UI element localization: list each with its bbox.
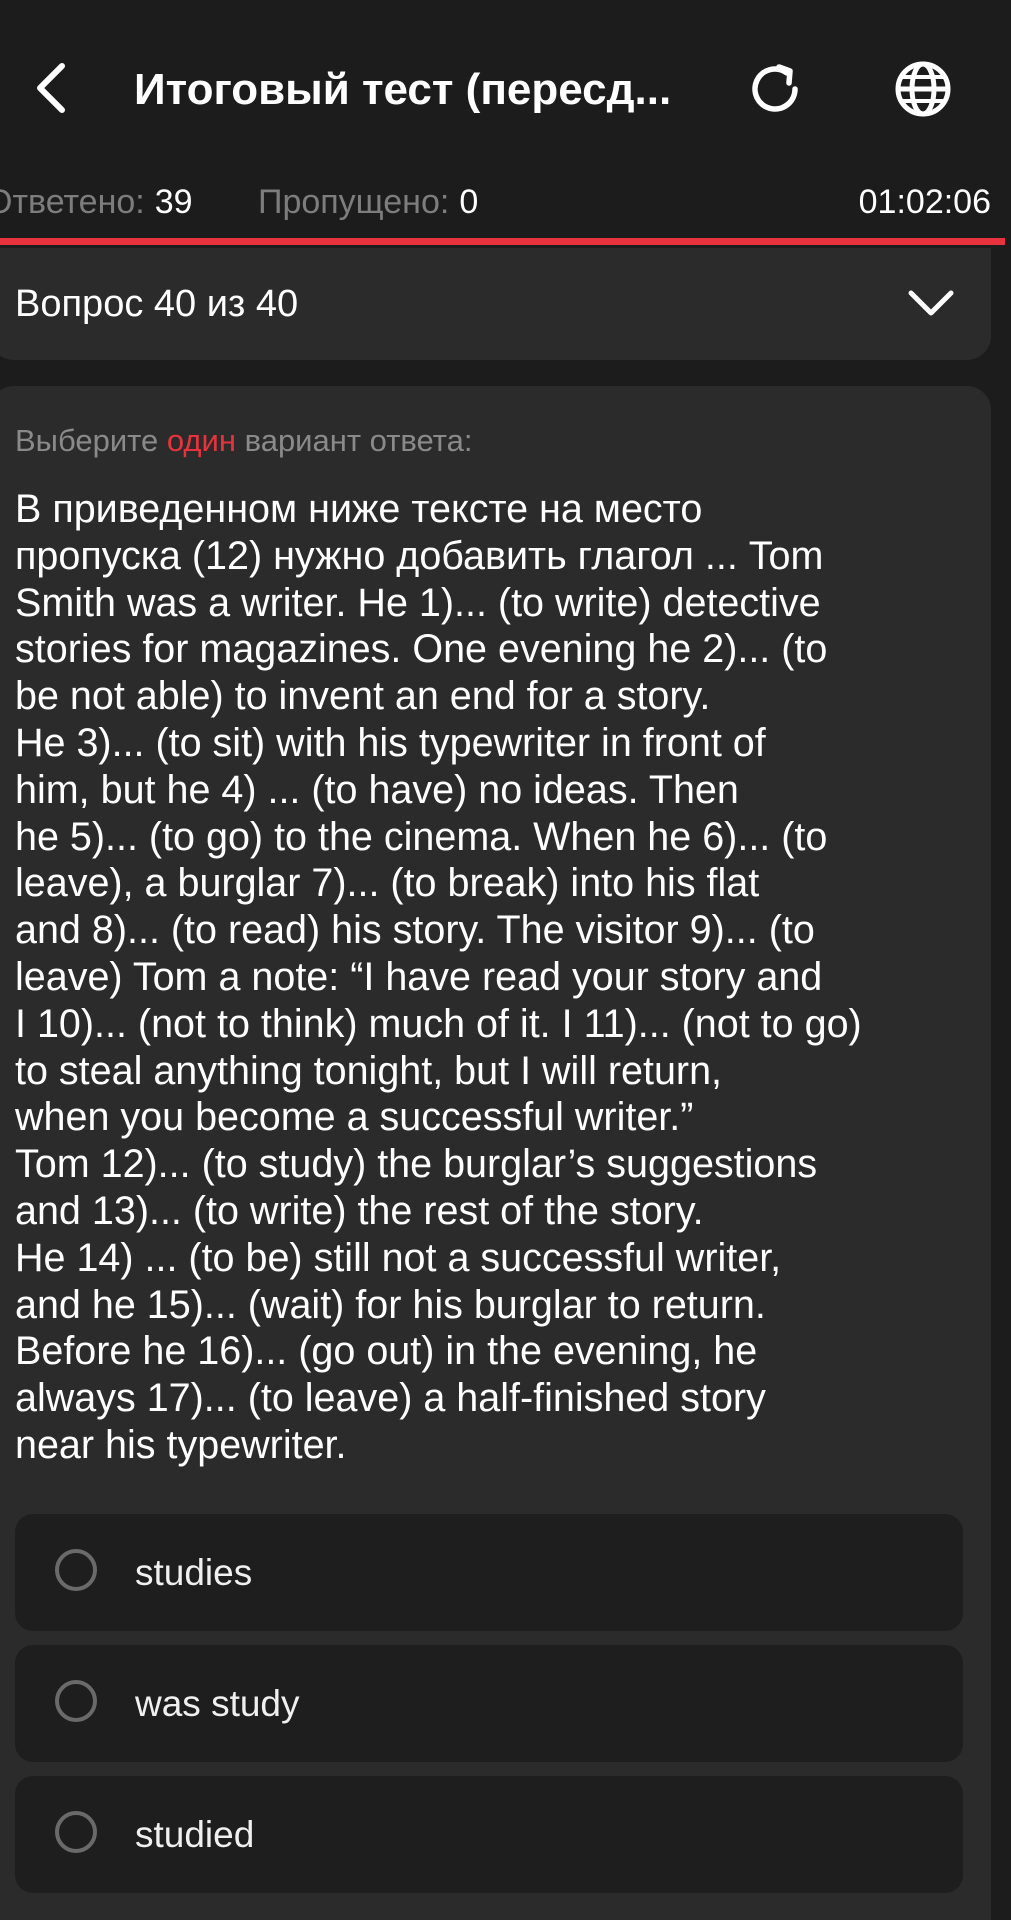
skipped-count: Пропущено: 0 bbox=[258, 172, 478, 232]
answered-value: 39 bbox=[154, 183, 193, 221]
question-line: he 5)... (to go) to the cinema. When he … bbox=[15, 814, 828, 859]
question-line: He 14) ... (to be) still not a successfu… bbox=[15, 1235, 782, 1280]
question-line: пропуска (12) нужно добавить глагол ... … bbox=[15, 533, 824, 578]
skipped-value: 0 bbox=[459, 183, 479, 221]
question-line: and he 15)... (wait) for his burglar to … bbox=[15, 1282, 766, 1327]
question-line: He 3)... (to sit) with his typewriter in… bbox=[15, 720, 766, 765]
answer-option-studied[interactable]: studied bbox=[15, 1776, 963, 1893]
option-label: studied bbox=[135, 1814, 255, 1855]
question-line: and 13)... (to write) the rest of the st… bbox=[15, 1188, 704, 1233]
question-line: leave), a burglar 7)... (to break) into … bbox=[15, 861, 760, 906]
question-line: near his typewriter. bbox=[15, 1422, 347, 1467]
question-line: when you become a successful writer.” bbox=[15, 1095, 694, 1140]
option-label: was study bbox=[135, 1683, 300, 1724]
question-line: and 8)... (to read) his story. The visit… bbox=[15, 908, 815, 953]
question-line: be not able) to invent an end for a stor… bbox=[15, 674, 711, 719]
question-line: Smith was a writer. He 1)... (to write) … bbox=[15, 580, 821, 625]
top-app-bar: Итоговый тест (пересд... bbox=[0, 0, 1011, 180]
answered-count: Ответено: 39 bbox=[0, 172, 193, 232]
question-line: Tom 12)... (to study) the burglar’s sugg… bbox=[15, 1142, 818, 1187]
radio-button[interactable] bbox=[55, 1811, 97, 1853]
progress-bar bbox=[0, 238, 1005, 245]
question-text: В приведенном ниже тексте на место пропу… bbox=[15, 486, 965, 1469]
globe-icon bbox=[892, 58, 954, 125]
option-label: studies bbox=[135, 1552, 253, 1593]
back-button[interactable] bbox=[20, 50, 80, 130]
radio-button[interactable] bbox=[55, 1680, 97, 1722]
question-line: В приведенном ниже тексте на место bbox=[15, 487, 703, 531]
question-card: Выберите один вариант ответа: В приведен… bbox=[0, 386, 991, 1920]
instruction-text-after: вариант ответа: bbox=[235, 423, 473, 458]
progress-bar-fill bbox=[0, 238, 1005, 245]
chevron-left-icon bbox=[30, 60, 70, 121]
question-line: to steal anything tonight, but I will re… bbox=[15, 1048, 723, 1093]
question-line: stories for magazines. One evening he 2)… bbox=[15, 627, 828, 672]
quiz-screen: Итоговый тест (пересд... Ответено: 39 Пр… bbox=[0, 0, 1011, 1920]
skipped-label: Пропущено: bbox=[258, 183, 450, 221]
radio-button[interactable] bbox=[55, 1549, 97, 1591]
instruction-accent-word: один bbox=[166, 423, 236, 458]
question-line: always 17)... (to leave) a half-finished… bbox=[15, 1376, 766, 1421]
question-line: leave) Tom a note: “I have read your sto… bbox=[15, 954, 823, 999]
answer-stats-bar: Ответено: 39 Пропущено: 0 01:02:06 bbox=[0, 172, 1011, 232]
question-line: him, but he 4) ... (to have) no ideas. T… bbox=[15, 767, 739, 812]
question-selector-dropdown[interactable]: Вопрос 40 из 40 bbox=[0, 248, 991, 360]
refresh-button[interactable] bbox=[740, 58, 810, 124]
question-number-label: Вопрос 40 из 40 bbox=[15, 283, 299, 325]
answer-instruction: Выберите один вариант ответа: bbox=[15, 416, 472, 466]
question-line: I 10)... (not to think) much of it. I 11… bbox=[15, 1001, 862, 1046]
page-title: Итоговый тест (пересд... bbox=[134, 65, 672, 114]
refresh-icon bbox=[745, 59, 805, 124]
answer-option-studies[interactable]: studies bbox=[15, 1514, 963, 1631]
language-button[interactable] bbox=[888, 58, 958, 124]
instruction-text-before: Выберите bbox=[15, 423, 167, 458]
answer-option-was-study[interactable]: was study bbox=[15, 1645, 963, 1762]
question-line: Before he 16)... (go out) in the evening… bbox=[15, 1329, 758, 1374]
timer: 01:02:06 bbox=[858, 183, 991, 221]
answered-label: Ответено: bbox=[0, 183, 145, 221]
chevron-down-icon bbox=[901, 278, 961, 328]
